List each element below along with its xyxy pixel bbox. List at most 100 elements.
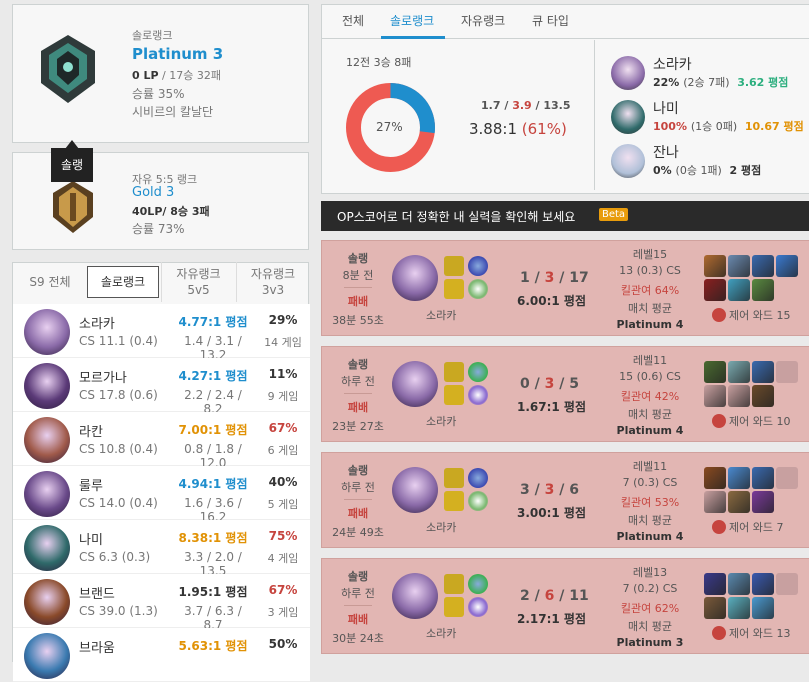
match-average-label: 매치 평균	[628, 408, 672, 421]
item-icon[interactable]	[752, 361, 774, 383]
tab-queue-type[interactable]: 큐 타입	[532, 12, 569, 29]
control-ward-line: 제어 와드 7	[712, 519, 783, 535]
champ-tab-flex5[interactable]: 자유랭크 5v5	[161, 262, 235, 302]
summoner-spell-icon	[444, 385, 464, 405]
match-kills: 0	[520, 376, 530, 392]
item-icon[interactable]	[752, 467, 774, 489]
champ-row[interactable]: 브라움 5.63:1 평점 50%	[13, 628, 310, 682]
champ-tab-s9[interactable]: S9 전체	[13, 262, 87, 302]
item-icon[interactable]	[704, 255, 726, 277]
champion-games: 14 게임	[264, 336, 302, 349]
match-type: 솔랭	[347, 570, 369, 583]
item-icon[interactable]	[704, 597, 726, 619]
match-champion-icon[interactable]	[392, 573, 438, 619]
item-icon[interactable]	[728, 467, 750, 489]
champion-portrait[interactable]	[24, 471, 70, 517]
item-icon[interactable]	[752, 255, 774, 277]
summary-death: 3.9	[512, 99, 532, 112]
match-deaths: 6	[544, 588, 555, 604]
champion-name[interactable]: 라칸	[79, 421, 103, 440]
champion-portrait[interactable]	[24, 525, 70, 571]
match-champion-icon[interactable]	[392, 467, 438, 513]
item-icon[interactable]	[728, 361, 750, 383]
match-card[interactable]: 솔랭 8분 전 패배 38분 55초 소라카 1 / 3 / 17 6.00:1…	[321, 240, 809, 336]
flex-rank-winrate: 승률 73%	[132, 222, 185, 236]
item-icon[interactable]	[728, 597, 750, 619]
solo-rank-lp-line: 0 LP / 17승 32패	[132, 67, 221, 83]
item-icon[interactable]	[728, 279, 750, 301]
item-icon[interactable]	[704, 361, 726, 383]
top-champ-name[interactable]: 잔나	[653, 142, 679, 162]
solo-rank-winrate: 승률 35%	[132, 87, 185, 101]
item-icon[interactable]	[704, 491, 726, 513]
match-card[interactable]: 솔랭 하루 전 패배 23분 27초 소라카 0 / 3 / 5 1.67:1 …	[321, 346, 809, 442]
tab-all[interactable]: 전체	[342, 12, 364, 29]
tab-solo[interactable]: 솔로랭크	[390, 12, 434, 29]
champ-tab-flex3[interactable]: 자유랭크 3v3	[236, 262, 309, 302]
champ-row[interactable]: 룰루 CS 14.0 (0.4) 4.94:1 평점 1.6 / 3.6 / 1…	[13, 466, 310, 524]
item-icon[interactable]	[776, 573, 798, 595]
item-icon[interactable]	[704, 279, 726, 301]
summoner-spell-icon	[444, 279, 464, 299]
top-champ-portrait[interactable]	[611, 56, 645, 90]
match-kill-participation: 킬관여 62%	[620, 602, 680, 615]
trinket-icon[interactable]	[752, 385, 774, 407]
champion-games: 4 게임	[267, 552, 299, 565]
rune-secondary-icon	[468, 491, 488, 511]
trinket-icon[interactable]	[752, 597, 774, 619]
top-champ-portrait[interactable]	[611, 144, 645, 178]
item-icon[interactable]	[728, 573, 750, 595]
champion-portrait[interactable]	[24, 633, 70, 679]
match-kda-line: 1 / 3 / 17	[520, 270, 589, 286]
champ-row[interactable]: 모르가나 CS 17.8 (0.6) 4.27:1 평점 2.2 / 2.4 /…	[13, 358, 310, 416]
flash-spell-icon	[444, 256, 464, 276]
match-result: 패배	[347, 295, 369, 308]
champ-tab-flex3-sub: 3v3	[261, 283, 285, 297]
champ-row[interactable]: 라칸 CS 10.8 (0.4) 7.00:1 평점 0.8 / 1.8 / 1…	[13, 412, 310, 470]
item-icon[interactable]	[776, 467, 798, 489]
item-icon[interactable]	[728, 491, 750, 513]
top-champ-record: (2승 7패)	[683, 76, 730, 89]
item-icon[interactable]	[776, 361, 798, 383]
item-icon[interactable]	[752, 573, 774, 595]
match-card[interactable]: 솔랭 하루 전 패배 24분 49초 소라카 3 / 3 / 6 3.00:1 …	[321, 452, 809, 548]
champ-tab-solo[interactable]: 솔로랭크	[87, 266, 159, 298]
trinket-icon[interactable]	[752, 279, 774, 301]
match-champion-icon[interactable]	[392, 255, 438, 301]
champion-name[interactable]: 소라카	[79, 313, 115, 332]
summoner-spell-icon	[444, 491, 464, 511]
match-champion-icon[interactable]	[392, 361, 438, 407]
champ-row[interactable]: 브랜드 CS 39.0 (1.3) 1.95:1 평점 3.7 / 6.3 / …	[13, 574, 310, 632]
champ-row[interactable]: 소라카 CS 11.1 (0.4) 4.77:1 평점 1.4 / 3.1 / …	[13, 304, 310, 362]
item-icon[interactable]	[704, 467, 726, 489]
item-icon[interactable]	[728, 255, 750, 277]
solo-rank-label: 솔로랭크	[132, 29, 173, 42]
item-icon[interactable]	[728, 385, 750, 407]
champion-portrait[interactable]	[24, 417, 70, 463]
champion-games: 3 게임	[267, 606, 299, 619]
champion-name[interactable]: 브라움	[79, 637, 115, 656]
top-champ-name[interactable]: 소라카	[653, 54, 692, 74]
tab-flex[interactable]: 자유랭크	[461, 12, 505, 29]
champion-name[interactable]: 브랜드	[79, 583, 115, 602]
top-champ-portrait[interactable]	[611, 100, 645, 134]
champion-name[interactable]: 룰루	[79, 475, 103, 494]
item-icon[interactable]	[776, 255, 798, 277]
champion-name[interactable]: 나미	[79, 529, 103, 548]
beta-badge: Beta	[599, 208, 629, 221]
flash-spell-icon	[444, 468, 464, 488]
champ-tab-flex5-sub: 5v5	[187, 283, 210, 297]
trinket-icon[interactable]	[752, 491, 774, 513]
item-icon[interactable]	[704, 385, 726, 407]
champion-portrait[interactable]	[24, 579, 70, 625]
match-average-tier: Platinum 4	[616, 318, 684, 331]
champion-winrate: 50%	[268, 637, 298, 651]
top-champ-name[interactable]: 나미	[653, 98, 679, 118]
match-champion-name: 소라카	[426, 309, 457, 322]
champion-portrait[interactable]	[24, 309, 70, 355]
item-icon[interactable]	[704, 573, 726, 595]
champion-portrait[interactable]	[24, 363, 70, 409]
champion-name[interactable]: 모르가나	[79, 367, 127, 386]
match-card[interactable]: 솔랭 하루 전 패배 30분 24초 소라카 2 / 6 / 11 2.17:1…	[321, 558, 809, 654]
champ-row[interactable]: 나미 CS 6.3 (0.3) 8.38:1 평점 3.3 / 2.0 / 13…	[13, 520, 310, 578]
